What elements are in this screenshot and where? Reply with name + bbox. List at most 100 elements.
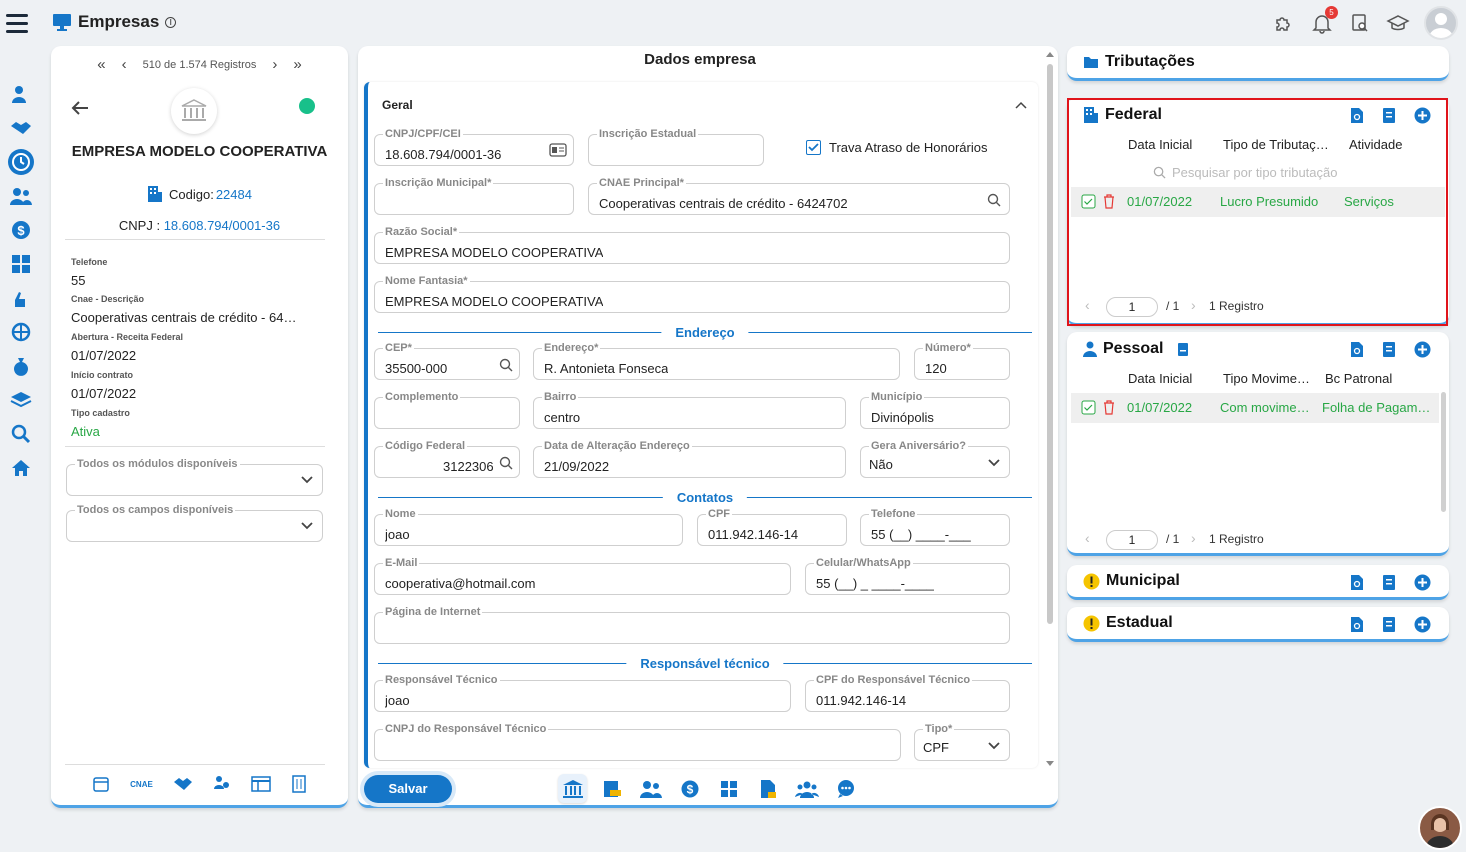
bell-icon[interactable]: 5 [1310,6,1338,35]
table-icon[interactable] [251,776,271,792]
prev-page-button[interactable]: ‹ [1085,530,1090,546]
search-icon[interactable] [499,456,513,470]
document-search-icon[interactable] [1350,616,1364,633]
checkbox-checked-icon[interactable] [1081,194,1096,209]
nav-hand-money-icon[interactable] [8,288,34,308]
gera-aniversario-select[interactable]: Gera Aniversário? Não [860,440,1010,478]
email-field[interactable]: E-Mail cooperativa@hotmail.com [374,557,791,595]
prev-record-button[interactable]: ‹ [122,56,127,73]
im-field[interactable]: Inscrição Municipal* [374,177,574,215]
modules-select[interactable]: Todos os módulos disponíveis [66,458,323,496]
nav-clock-icon[interactable] [8,149,34,175]
scroll-up-icon[interactable] [1046,50,1054,58]
complemento-field[interactable]: Complemento [374,391,520,429]
chevron-up-icon[interactable] [1014,100,1028,110]
tab-card-icon[interactable] [597,774,626,803]
back-arrow-icon[interactable] [71,100,89,116]
trava-checkbox[interactable]: Trava Atraso de Honorários [806,140,987,155]
cnae-field[interactable]: CNAE Principal* Cooperativas centrais de… [588,177,1010,215]
cpf-responsavel-field[interactable]: CPF do Responsável Técnico 011.942.146-1… [805,674,1010,712]
codigo-value[interactable]: 22484 [216,187,252,202]
add-circle-icon[interactable] [1414,341,1431,358]
next-page-button[interactable]: › [1191,530,1196,546]
cnae-button[interactable]: CNAE [130,780,153,789]
users-tree-icon[interactable] [213,775,231,793]
report-icon[interactable] [1382,574,1396,591]
nav-dollar-icon[interactable]: $ [8,220,34,240]
municipio-field[interactable]: Município Divinópolis [860,391,1010,429]
tab-dollar-icon[interactable]: $ [675,774,704,803]
handshake-icon[interactable] [173,776,193,792]
pessoal-col-bc-patronal[interactable]: Bc Patronal [1325,371,1392,386]
nav-layers-icon[interactable] [8,390,34,410]
id-card-icon[interactable] [549,143,567,157]
add-circle-icon[interactable] [1414,107,1431,124]
building-outline-icon[interactable] [291,775,307,793]
search-icon[interactable] [499,358,513,372]
save-button[interactable]: Salvar [364,775,452,803]
assistant-avatar[interactable] [1418,806,1462,850]
pagina-internet-field[interactable]: Página de Internet [374,606,1010,644]
bairro-field[interactable]: Bairro centro [533,391,846,429]
next-record-button[interactable]: › [272,56,277,73]
nav-handshake-icon[interactable] [8,118,34,138]
cep-field[interactable]: CEP* 35500-000 [374,342,520,380]
federal-col-atividade[interactable]: Atividade [1349,137,1402,152]
user-avatar[interactable] [1424,6,1458,40]
last-record-button[interactable]: » [293,56,301,73]
federal-col-tipo[interactable]: Tipo de Tributaç… [1223,137,1329,152]
tipo-select[interactable]: Tipo* CPF [914,723,1010,761]
table-row[interactable]: 01/07/2022 Lucro Presumido Serviços [1071,187,1445,217]
add-circle-icon[interactable] [1414,616,1431,633]
pessoal-col-tipo[interactable]: Tipo Movime… [1223,371,1310,386]
scroll-thumb[interactable] [1047,64,1053,624]
first-record-button[interactable]: « [97,56,105,73]
nav-calculator-icon[interactable] [8,254,34,274]
report-icon[interactable] [1382,616,1396,633]
table-row[interactable]: 01/07/2022 Com movime… Folha de Pagam… [1071,393,1439,423]
telefone-field[interactable]: Telefone 55 (__) ____-___ [860,508,1010,546]
checkbox-checked-icon[interactable] [806,140,821,155]
nome-fantasia-field[interactable]: Nome Fantasia* EMPRESA MODELO COOPERATIV… [374,275,1010,313]
nav-contacts-icon[interactable] [8,84,34,104]
pessoal-col-data-inicial[interactable]: Data Inicial [1128,371,1192,386]
pessoal-scrollbar[interactable] [1441,392,1446,512]
tab-calculator-icon[interactable] [714,774,743,803]
responsavel-tecnico-field[interactable]: Responsável Técnico joao [374,674,791,712]
graduation-cap-icon[interactable] [1386,11,1410,35]
trash-icon[interactable] [1103,194,1115,209]
document-search-icon[interactable] [1350,341,1364,358]
tab-bank-icon[interactable] [558,774,587,803]
nav-users-icon[interactable] [8,186,34,206]
tab-group-icon[interactable] [792,774,821,803]
cnpj-field[interactable]: CNPJ/CPF/CEI 18.608.794/0001-36 [374,128,574,166]
celular-field[interactable]: Celular/WhatsApp 55 (__) _ ____-____ [805,557,1010,595]
document-search-icon[interactable] [1350,107,1364,124]
tab-chat-icon[interactable] [831,774,860,803]
badge-id-icon[interactable] [1177,342,1189,357]
next-page-button[interactable]: › [1191,297,1196,313]
add-circle-icon[interactable] [1414,574,1431,591]
tab-users-icon[interactable] [636,774,665,803]
form-scrollbar[interactable] [1046,50,1054,770]
federal-col-data-inicial[interactable]: Data Inicial [1128,137,1192,152]
nav-search-icon[interactable] [8,424,34,444]
endereco-field[interactable]: Endereço* R. Antonieta Fonseca [533,342,900,380]
cnpj-responsavel-field[interactable]: CNPJ do Responsável Técnico [374,723,901,761]
ie-field[interactable]: Inscrição Estadual [588,128,764,166]
tab-document-icon[interactable] [753,774,782,803]
cpf-field[interactable]: CPF 011.942.146-14 [697,508,847,546]
pessoal-page-input[interactable]: 1 [1106,530,1158,550]
data-alteracao-field[interactable]: Data de Alteração Endereço 21/09/2022 [533,440,846,478]
fields-select[interactable]: Todos os campos disponíveis [66,504,323,542]
document-search-icon[interactable] [1348,11,1372,35]
report-icon[interactable] [1382,107,1396,124]
puzzle-icon[interactable] [1272,11,1296,35]
hamburger-menu-icon[interactable] [6,11,30,35]
nome-field[interactable]: Nome joao [374,508,683,546]
document-search-icon[interactable] [1350,574,1364,591]
razao-social-field[interactable]: Razão Social* EMPRESA MODELO COOPERATIVA [374,226,1010,264]
search-icon[interactable] [987,193,1001,207]
numero-field[interactable]: Número* 120 [914,342,1010,380]
calendar-icon[interactable] [92,775,110,793]
